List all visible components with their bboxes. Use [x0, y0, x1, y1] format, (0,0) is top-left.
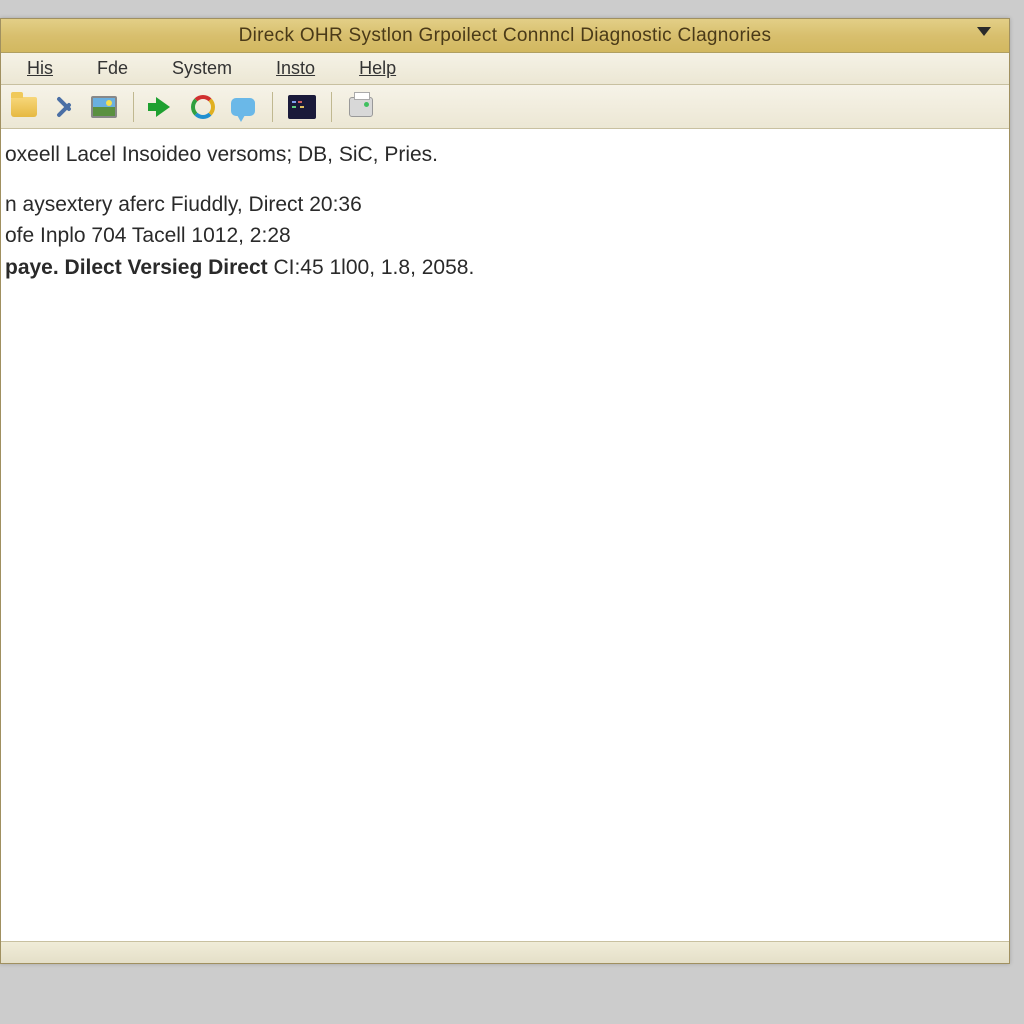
print-icon[interactable] — [346, 92, 376, 122]
dropdown-icon[interactable] — [977, 27, 991, 36]
app-window: Direck OHR Systlon Grpoilect Connncl Dia… — [0, 18, 1010, 964]
content-area: oxeell Lacel Insoideo versoms; DB, SiC, … — [1, 129, 1009, 941]
content-line-4: paye. Dilect Versieg Direct CI:45 1l00, … — [5, 252, 1005, 284]
statusbar — [1, 941, 1009, 963]
tools-icon[interactable] — [49, 92, 79, 122]
content-line-1: oxeell Lacel Insoideo versoms; DB, SiC, … — [5, 139, 1005, 171]
menubar: His Fde System Insto Help — [1, 53, 1009, 85]
titlebar[interactable]: Direck OHR Systlon Grpoilect Connncl Dia… — [1, 19, 1009, 53]
picture-icon[interactable] — [89, 92, 119, 122]
menu-info[interactable]: Insto — [256, 54, 335, 83]
content-line-2: n aysextery aferc Fiuddly, Direct 20:36 — [5, 189, 1005, 221]
toolbar-separator — [133, 92, 134, 122]
menu-system[interactable]: System — [152, 54, 252, 83]
toolbar-separator — [272, 92, 273, 122]
folder-icon[interactable] — [9, 92, 39, 122]
menu-his[interactable]: His — [7, 54, 73, 83]
content-line-4-bold: paye. Dilect Versieg Direct — [5, 256, 268, 279]
content-line-4-rest: CI:45 1l00, 1.8, 2058. — [268, 256, 475, 279]
menu-help[interactable]: Help — [339, 54, 416, 83]
terminal-icon[interactable] — [287, 92, 317, 122]
chat-icon[interactable] — [228, 92, 258, 122]
toolbar-separator — [331, 92, 332, 122]
content-line-3: ofe Inplo 704 Tacell 1012, 2:28 — [5, 220, 1005, 252]
arrow-icon[interactable] — [148, 92, 178, 122]
menu-file[interactable]: Fde — [77, 54, 148, 83]
toolbar — [1, 85, 1009, 129]
refresh-icon[interactable] — [188, 92, 218, 122]
window-title: Direck OHR Systlon Grpoilect Connncl Dia… — [239, 25, 772, 47]
